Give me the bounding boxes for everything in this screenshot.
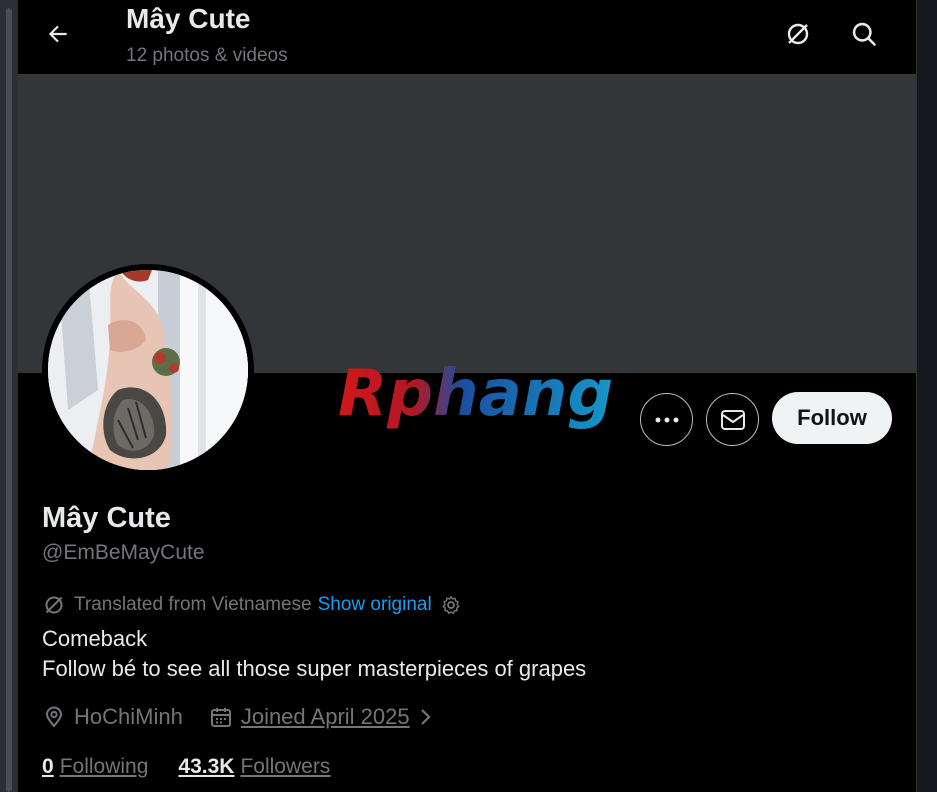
follow-button[interactable]: Follow <box>772 392 892 444</box>
search-icon <box>852 22 876 46</box>
followers-label: Followers <box>240 755 331 778</box>
avatar-photo <box>48 270 248 470</box>
more-icon <box>655 417 678 422</box>
scrollbar-thumb[interactable] <box>6 8 12 792</box>
message-button[interactable] <box>706 393 759 446</box>
window-scrollbar[interactable] <box>0 0 19 792</box>
profile-meta: HoChiMinh Joined April 2025 <box>42 702 444 732</box>
location-item: HoChiMinh <box>42 704 183 730</box>
profile-header: Mây Cute 12 photos & videos <box>18 0 916 74</box>
translation-notice: Translated from Vietnamese Show original <box>42 592 462 618</box>
followers-link[interactable]: 43.3K Followers <box>178 755 330 779</box>
translate-icon <box>787 23 809 45</box>
following-count: 0 <box>42 755 54 778</box>
show-original-link[interactable]: Show original <box>318 594 432 616</box>
followers-count: 43.3K <box>178 755 235 778</box>
header-subtitle: 12 photos & videos <box>126 45 288 66</box>
translated-from-text: Translated from Vietnamese <box>74 594 312 615</box>
watermark-logo: Rphang <box>328 350 628 445</box>
follow-stats: 0 Following 43.3K Followers <box>42 755 360 779</box>
joined-date-link[interactable]: Joined April 2025 <box>241 704 410 730</box>
right-panel-edge <box>916 0 937 792</box>
svg-text:Rphang: Rphang <box>338 357 613 431</box>
location-text: HoChiMinh <box>74 704 183 729</box>
mail-icon <box>720 409 745 430</box>
display-name: Mây Cute <box>42 502 171 534</box>
gear-icon[interactable] <box>440 594 462 616</box>
bio-line: Comeback <box>42 626 148 651</box>
profile-bio: Comeback Follow bé to see all those supe… <box>42 624 586 684</box>
back-arrow-icon <box>48 25 67 43</box>
calendar-icon <box>210 708 231 727</box>
avatar[interactable] <box>42 264 254 476</box>
following-link[interactable]: 0 Following <box>42 755 148 779</box>
translate-button[interactable] <box>778 14 818 54</box>
more-options-button[interactable] <box>640 393 693 446</box>
joined-item[interactable]: Joined April 2025 <box>209 704 444 730</box>
back-button[interactable] <box>38 14 78 54</box>
header-title: Mây Cute <box>126 3 251 34</box>
chevron-right-icon <box>420 709 431 725</box>
bio-line: Follow bé to see all those super masterp… <box>42 656 587 681</box>
search-button[interactable] <box>844 14 884 54</box>
user-handle: @EmBeMayCute <box>42 541 205 564</box>
translate-icon <box>45 596 63 614</box>
following-label: Following <box>59 755 149 778</box>
profile-main: Mây Cute 12 photos & videos Rphang Follo… <box>18 0 916 792</box>
location-pin-icon <box>45 706 63 728</box>
